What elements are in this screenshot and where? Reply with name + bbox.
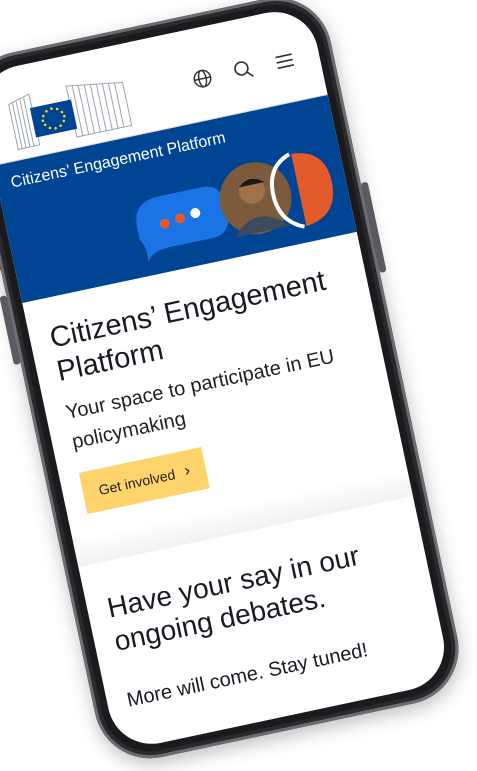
globe-icon[interactable] [189, 66, 215, 92]
get-involved-label: Get involved [97, 466, 177, 499]
hamburger-menu-icon[interactable] [272, 48, 298, 74]
phone-screen: Citizens’ Engagement Platform Citizens’ … [0, 4, 453, 752]
scene: Citizens’ Engagement Platform Citizens’ … [0, 0, 477, 771]
search-icon[interactable] [231, 57, 257, 83]
header-actions [189, 48, 297, 92]
get-involved-button[interactable]: Get involved › [78, 446, 210, 515]
phone-frame: Citizens’ Engagement Platform Citizens’ … [0, 0, 469, 769]
power-button [360, 181, 387, 274]
chevron-right-icon: › [182, 462, 192, 480]
volume-button [0, 295, 21, 366]
mute-switch [0, 230, 2, 274]
